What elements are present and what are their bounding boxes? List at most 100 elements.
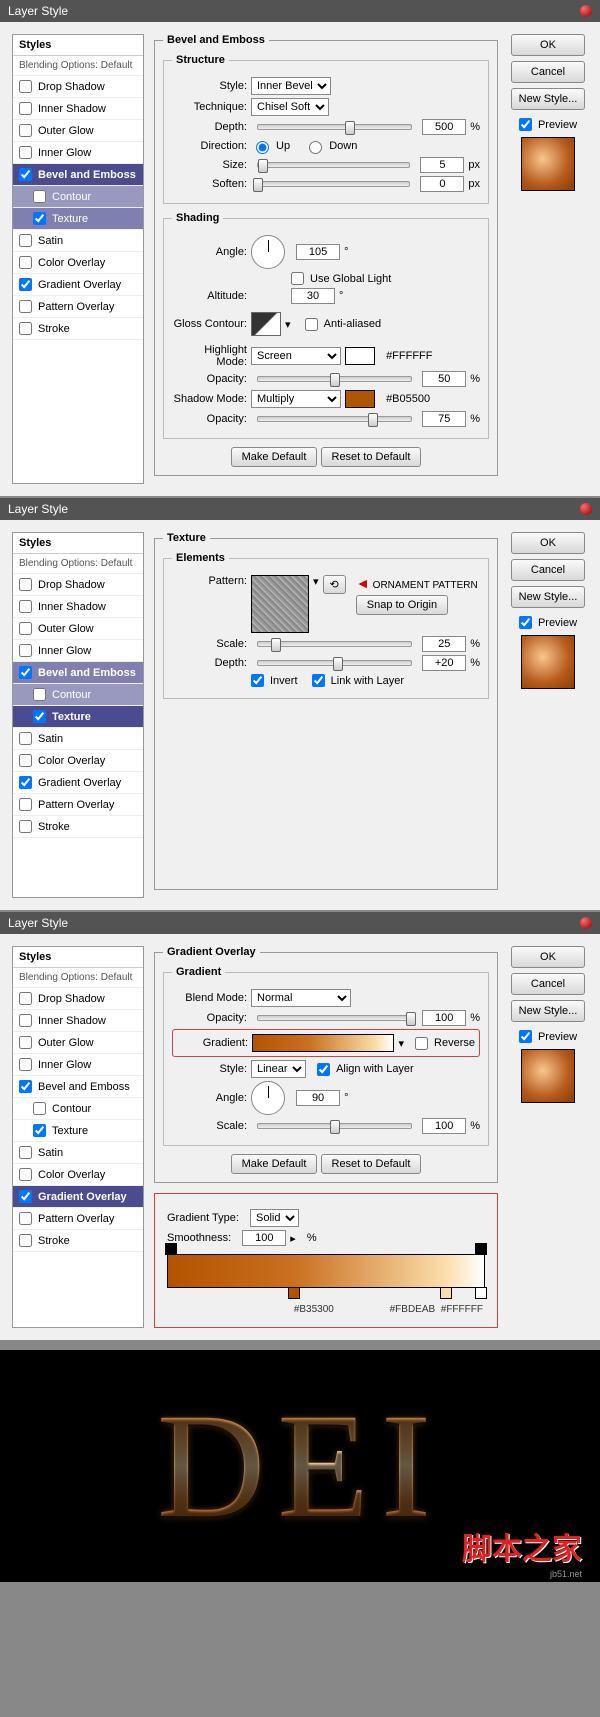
preview-swatch [521,635,575,689]
blend-mode-select[interactable]: Normal [251,989,351,1007]
reset-default-button[interactable]: Reset to Default [321,447,422,467]
gradient-overlay-panel: Gradient Overlay Gradient Blend Mode:Nor… [154,946,498,1183]
style-contour[interactable]: Contour [13,186,143,208]
new-pattern-icon[interactable]: ⟲ [323,575,346,594]
style-gradient-overlay[interactable]: Gradient Overlay [13,274,143,296]
invert-check[interactable] [251,674,264,687]
global-light-check[interactable] [291,272,304,285]
grad-opacity-input[interactable] [422,1010,466,1026]
styles-panel: Styles Blending Options: Default Drop Sh… [12,532,144,898]
layer-style-dialog-texture: Layer Style Styles Blending Options: Def… [0,498,600,910]
new-style-button[interactable]: New Style... [511,88,585,110]
align-layer-check[interactable] [317,1063,330,1076]
grad-scale-slider[interactable] [257,1123,412,1129]
gradient-type-select[interactable]: Solid [250,1209,299,1227]
tex-scale-slider[interactable] [257,641,412,647]
style-color-overlay[interactable]: Color Overlay [13,252,143,274]
close-icon[interactable] [580,5,592,17]
angle-input[interactable] [296,244,340,260]
tex-scale-input[interactable] [422,636,466,652]
smoothness-input[interactable] [242,1230,286,1246]
dropdown-icon[interactable]: ▾ [313,575,319,588]
tex-depth-slider[interactable] [257,660,412,666]
reverse-check[interactable] [415,1037,428,1050]
styles-panel: Styles Blending Options: Default Drop Sh… [12,34,144,484]
watermark-url: jb51.net [550,1569,582,1579]
antialias-check[interactable] [305,318,318,331]
opacity-stop[interactable] [165,1243,177,1255]
make-default-button[interactable]: Make Default [231,447,318,467]
dropdown-icon[interactable]: ▸ [290,1232,296,1245]
pattern-preview[interactable] [251,575,309,633]
sh-opacity-slider[interactable] [257,416,412,422]
close-icon[interactable] [580,503,592,515]
grad-style-select[interactable]: Linear [251,1060,306,1078]
reset-default-button[interactable]: Reset to Default [321,1154,422,1174]
layer-style-dialog-bevel: Layer Style Styles Blending Options: Def… [0,0,600,496]
grad-scale-input[interactable] [422,1118,466,1134]
style-pattern-overlay[interactable]: Pattern Overlay [13,296,143,318]
opacity-stop[interactable] [475,1243,487,1255]
gloss-contour[interactable] [251,312,281,336]
bevel-style-select[interactable]: Inner Bevel [251,77,331,95]
shadow-mode-select[interactable]: Multiply [251,390,341,408]
cancel-button[interactable]: Cancel [511,61,585,83]
dropdown-icon[interactable]: ▾ [398,1037,404,1050]
cancel-button[interactable]: Cancel [511,973,585,995]
titlebar: Layer Style [0,0,600,22]
texture-panel: Texture Elements Pattern: ▾ ⟲ ◄ ORNAMENT… [154,532,498,890]
soften-slider[interactable] [257,181,410,187]
snap-origin-button[interactable]: Snap to Origin [356,595,448,615]
dir-up-radio[interactable] [256,141,269,154]
color-stop[interactable] [288,1287,300,1299]
style-inner-glow[interactable]: Inner Glow [13,142,143,164]
gradient-preview[interactable] [252,1034,394,1052]
gradient-bar[interactable] [167,1254,485,1288]
highlight-mode-select[interactable]: Screen [251,347,341,365]
grad-angle-input[interactable] [296,1090,340,1106]
style-inner-shadow[interactable]: Inner Shadow [13,98,143,120]
ok-button[interactable]: OK [511,34,585,56]
angle-dial[interactable] [251,235,285,269]
style-drop-shadow[interactable]: Drop Shadow [13,76,143,98]
size-input[interactable] [420,157,464,173]
style-stroke[interactable]: Stroke [13,318,143,340]
color-stop[interactable] [440,1287,452,1299]
dir-down-radio[interactable] [309,141,322,154]
bevel-technique-select[interactable]: Chisel Soft [251,98,329,116]
style-outer-glow[interactable]: Outer Glow [13,120,143,142]
color-stop[interactable] [475,1287,487,1299]
gradient-editor: Gradient Type: Solid Smoothness: ▸ % #B3… [154,1193,498,1328]
watermark: 脚本之家 [462,1524,582,1568]
new-style-button[interactable]: New Style... [511,586,585,608]
hi-opacity-slider[interactable] [257,376,412,382]
dropdown-icon[interactable]: ▾ [285,318,291,331]
style-texture[interactable]: Texture [13,208,143,230]
close-icon[interactable] [580,917,592,929]
ok-button[interactable]: OK [511,946,585,968]
size-slider[interactable] [257,162,410,168]
link-layer-check[interactable] [312,674,325,687]
cancel-button[interactable]: Cancel [511,559,585,581]
soften-input[interactable] [420,176,464,192]
style-satin[interactable]: Satin [13,230,143,252]
grad-opacity-slider[interactable] [257,1015,412,1021]
styles-panel: Styles Blending Options: Default Drop Sh… [12,946,144,1328]
grad-angle-dial[interactable] [251,1081,285,1115]
layer-style-dialog-gradient: Layer Style Styles Blending Options: Def… [0,912,600,1340]
ok-button[interactable]: OK [511,532,585,554]
hi-opacity-input[interactable] [422,371,466,387]
new-style-button[interactable]: New Style... [511,1000,585,1022]
highlight-color[interactable] [345,347,375,365]
sh-opacity-input[interactable] [422,411,466,427]
altitude-input[interactable] [291,288,335,304]
arrow-icon: ◄ [356,575,370,591]
result-preview: DEI 脚本之家 jb51.net [0,1350,600,1582]
depth-slider[interactable] [257,124,412,130]
make-default-button[interactable]: Make Default [231,1154,318,1174]
style-bevel-emboss[interactable]: Bevel and Emboss [13,164,143,186]
tex-depth-input[interactable] [422,655,466,671]
depth-input[interactable] [422,119,466,135]
shadow-color[interactable] [345,390,375,408]
preview-check[interactable] [519,118,532,131]
